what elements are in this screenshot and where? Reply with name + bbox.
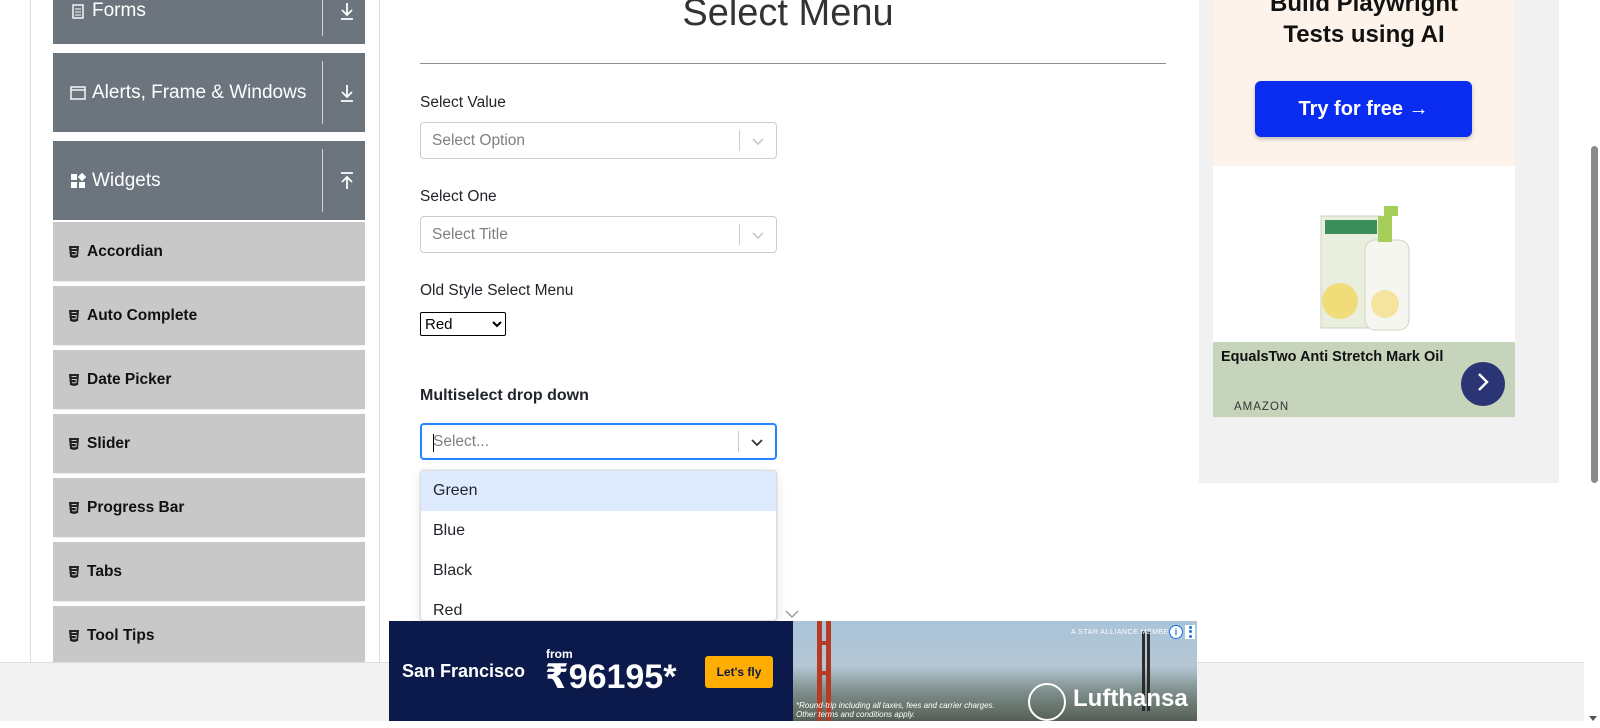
banner-fineprint: *Round-trip including all taxes, fees an…: [796, 701, 995, 719]
option-black[interactable]: Black: [421, 551, 776, 591]
sidebar-item-tool-tips[interactable]: Tool Tips: [53, 606, 365, 666]
scrollbar-thumb[interactable]: [1591, 146, 1598, 483]
download-arrow-icon[interactable]: [336, 0, 358, 22]
page-title: Select Menu: [682, 0, 894, 34]
select-value-label: Select Value: [420, 94, 506, 111]
sidebar-item-label: Tool Tips: [87, 626, 155, 644]
scroll-down-arrow-icon[interactable]: [1588, 710, 1598, 728]
sidebar-group-label: Alerts, Frame & Windows: [92, 81, 307, 103]
title-divider: [420, 63, 1166, 64]
sidebar-item-auto-complete[interactable]: Auto Complete: [53, 286, 365, 346]
banner-fineprint-line2: Other terms and conditions apply.: [796, 710, 916, 719]
sidebar-group-widgets[interactable]: Widgets: [53, 141, 365, 220]
sidebar-group-alerts[interactable]: Alerts, Frame & Windows: [53, 53, 365, 132]
ad-headline-line2: Tests using AI: [1283, 21, 1445, 48]
lufthansa-crane-logo-icon: [1028, 683, 1066, 721]
banner-brand: Lufthansa: [1073, 685, 1188, 712]
banner-lets-fly-button[interactable]: Let's fly: [705, 656, 773, 688]
banner-alliance-text: A STAR ALLIANCE MEMBER: [1071, 629, 1175, 636]
banner-photo-panel: A STAR ALLIANCE MEMBER i Lufthansa *Roun…: [793, 621, 1197, 721]
multiselect-options-menu: Green Blue Black Red: [420, 470, 777, 621]
html5-icon: [68, 501, 80, 515]
window-icon: [69, 84, 87, 102]
sidebar-right-border: [379, 0, 380, 662]
html5-icon: [68, 629, 80, 643]
option-red[interactable]: Red: [421, 591, 776, 620]
banner-ad[interactable]: San Francisco from ₹96195* Let's fly A S…: [389, 621, 1197, 721]
ad-info-icon[interactable]: i: [1169, 625, 1183, 639]
sidebar-item-label: Accordian: [87, 242, 163, 260]
sidebar-group-forms[interactable]: Forms: [53, 0, 365, 44]
ad-try-free-button[interactable]: Try for free →: [1255, 81, 1472, 137]
old-style-select[interactable]: Red: [420, 312, 506, 336]
old-style-select-label: Old Style Select Menu: [420, 282, 574, 299]
chevron-right-icon: [1474, 371, 1492, 398]
select-one-label: Select One: [420, 188, 497, 205]
download-arrow-icon[interactable]: [336, 82, 358, 104]
ad-source: AMAZON: [1234, 401, 1290, 413]
sidebar-item-tabs[interactable]: Tabs: [53, 542, 365, 602]
banner-price: ₹96195*: [545, 658, 677, 696]
html5-icon: [68, 309, 80, 323]
select-one-dropdown[interactable]: Select Title: [420, 216, 777, 253]
select-value-dropdown[interactable]: Select Option: [420, 122, 777, 159]
sidebar-item-label: Slider: [87, 434, 131, 452]
sidebar-item-label: Progress Bar: [87, 498, 185, 516]
banner-fineprint-line1: *Round-trip including all taxes, fees an…: [796, 701, 995, 710]
sidebar-group-label: Forms: [92, 0, 146, 21]
html5-icon: [68, 437, 80, 451]
chevron-down-icon[interactable]: [740, 134, 776, 148]
select-value-placeholder: Select Option: [432, 131, 526, 149]
sidebar-item-label: Tabs: [87, 562, 123, 580]
chevron-down-icon[interactable]: [739, 435, 775, 449]
html5-icon: [68, 565, 80, 579]
ad-headline: Build Playwright Tests using AI: [1213, 0, 1515, 50]
multiselect-label: Multiselect drop down: [420, 387, 589, 404]
html5-icon: [68, 373, 80, 387]
sidebar-left-border: [30, 0, 31, 662]
ad-next-button[interactable]: [1461, 362, 1505, 406]
ad-product-image[interactable]: [1213, 166, 1515, 342]
sidebar-group-label: Widgets: [92, 169, 161, 191]
text-caret: [433, 434, 434, 452]
sidebar-item-label: Date Picker: [87, 370, 172, 388]
sidebar-item-slider[interactable]: Slider: [53, 414, 365, 474]
ad-product-name[interactable]: EqualsTwo Anti Stretch Mark Oil: [1221, 349, 1443, 365]
sidebar-item-label: Auto Complete: [87, 306, 198, 324]
option-blue[interactable]: Blue: [421, 511, 776, 551]
chevron-down-icon[interactable]: [740, 228, 776, 242]
widgets-icon: [69, 172, 87, 190]
sidebar-item-date-picker[interactable]: Date Picker: [53, 350, 365, 410]
banner-destination: San Francisco: [402, 661, 526, 681]
sidebar-item-accordian[interactable]: Accordian: [53, 222, 365, 282]
ad-headline-line1: Build Playwright: [1269, 0, 1458, 17]
sidebar-item-progress-bar[interactable]: Progress Bar: [53, 478, 365, 538]
product-bottles-image: [1320, 206, 1410, 331]
multiselect-dropdown[interactable]: Select...: [420, 423, 777, 460]
upload-arrow-icon[interactable]: [336, 170, 358, 192]
html5-icon: [68, 245, 80, 259]
banner-left-panel: San Francisco from ₹96195* Let's fly: [389, 621, 793, 721]
multiselect-input[interactable]: Select...: [422, 433, 738, 451]
document-icon: [69, 2, 87, 20]
select-one-placeholder: Select Title: [432, 225, 508, 243]
option-green[interactable]: Green: [421, 471, 776, 511]
ad-menu-icon[interactable]: [1185, 625, 1195, 639]
